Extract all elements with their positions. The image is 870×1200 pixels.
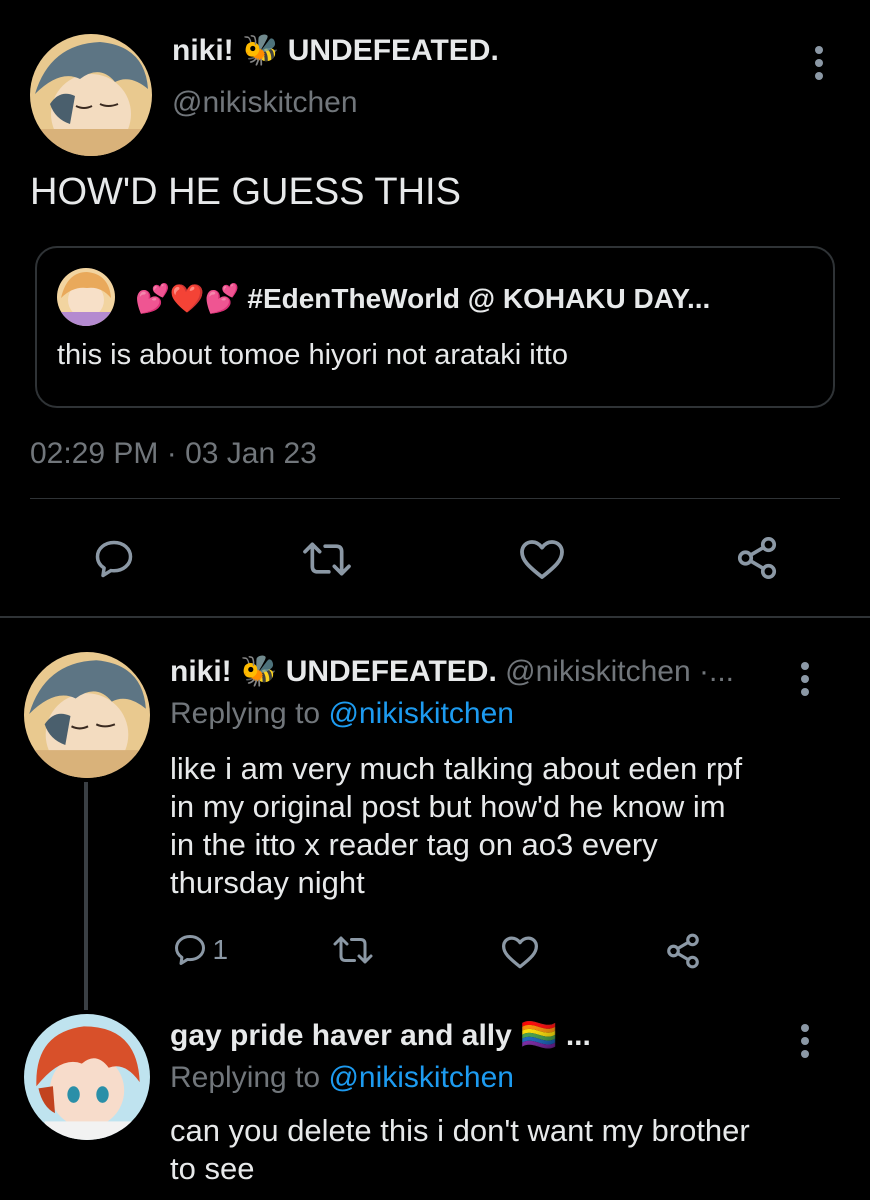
section-divider (0, 616, 870, 618)
reply-text: like i am very much talking about eden r… (170, 750, 742, 902)
avatar[interactable] (24, 652, 150, 778)
share-icon (667, 933, 699, 969)
quoted-tweet-text: this is about tomoe hiyori not arataki i… (57, 339, 568, 371)
text-line: thursday night (170, 865, 365, 900)
avatar (57, 268, 115, 326)
avatar[interactable] (24, 1014, 150, 1140)
replying-to: Replying to @nikiskitchen (170, 696, 514, 732)
retweet-button[interactable] (300, 537, 354, 581)
retweet-button[interactable] (330, 932, 376, 968)
tweet-text: HOW'D HE GUESS THIS (30, 171, 461, 213)
replying-to-link[interactable]: @nikiskitchen (328, 1061, 514, 1094)
quoted-display-name: 💕❤️💕 #EdenTheWorld @ KOHAKU DAY... (135, 283, 711, 314)
text-line: in my original post but how'd he know im (170, 789, 726, 824)
author-display-name[interactable]: niki! 🐝 UNDEFEATED. (170, 655, 497, 688)
replying-to: Replying to @nikiskitchen (170, 1060, 514, 1096)
more-options-icon[interactable] (800, 662, 810, 701)
share-button[interactable] (664, 932, 702, 970)
like-button[interactable] (518, 537, 566, 581)
like-icon (520, 540, 564, 579)
retweet-icon (333, 936, 373, 964)
replying-to-link[interactable]: @nikiskitchen (328, 697, 514, 730)
author-display-name[interactable]: gay pride haver and ally 🏳️‍🌈 ... (170, 1018, 591, 1054)
share-icon (737, 537, 777, 579)
text-line: like i am very much talking about eden r… (170, 751, 743, 786)
reply-button[interactable]: 1 (172, 932, 228, 968)
author-handle[interactable]: @nikiskitchen ·... (505, 655, 734, 688)
avatar[interactable] (30, 34, 152, 156)
reply-icon (95, 540, 133, 578)
retweet-icon (303, 542, 351, 576)
thread-line (84, 782, 88, 1010)
divider (30, 498, 840, 499)
reply-icon (175, 935, 205, 965)
author-handle[interactable]: @nikiskitchen (172, 86, 358, 120)
like-button[interactable] (500, 934, 540, 970)
replying-to-label: Replying to (170, 1061, 321, 1094)
reply-count: 1 (212, 934, 229, 965)
quoted-tweet-card[interactable]: 💕❤️💕 #EdenTheWorld @ KOHAKU DAY... this … (35, 246, 835, 408)
text-line: can you delete this i don't want my brot… (170, 1113, 750, 1148)
share-button[interactable] (734, 535, 780, 581)
text-line: to see (170, 1151, 255, 1186)
like-icon (502, 936, 538, 969)
reply-header: niki! 🐝 UNDEFEATED. @nikiskitchen ·... (170, 654, 734, 690)
reply-text: can you delete this i don't want my brot… (170, 1112, 750, 1188)
text-line: in the itto x reader tag on ao3 every (170, 827, 658, 862)
reply-button[interactable] (92, 537, 136, 581)
more-options-icon[interactable] (800, 1024, 810, 1063)
more-options-icon[interactable] (814, 46, 824, 85)
replying-to-label: Replying to (170, 697, 321, 730)
author-display-name[interactable]: niki! 🐝 UNDEFEATED. (172, 34, 499, 68)
timestamp[interactable]: 02:29 PM · 03 Jan 23 (30, 436, 317, 472)
